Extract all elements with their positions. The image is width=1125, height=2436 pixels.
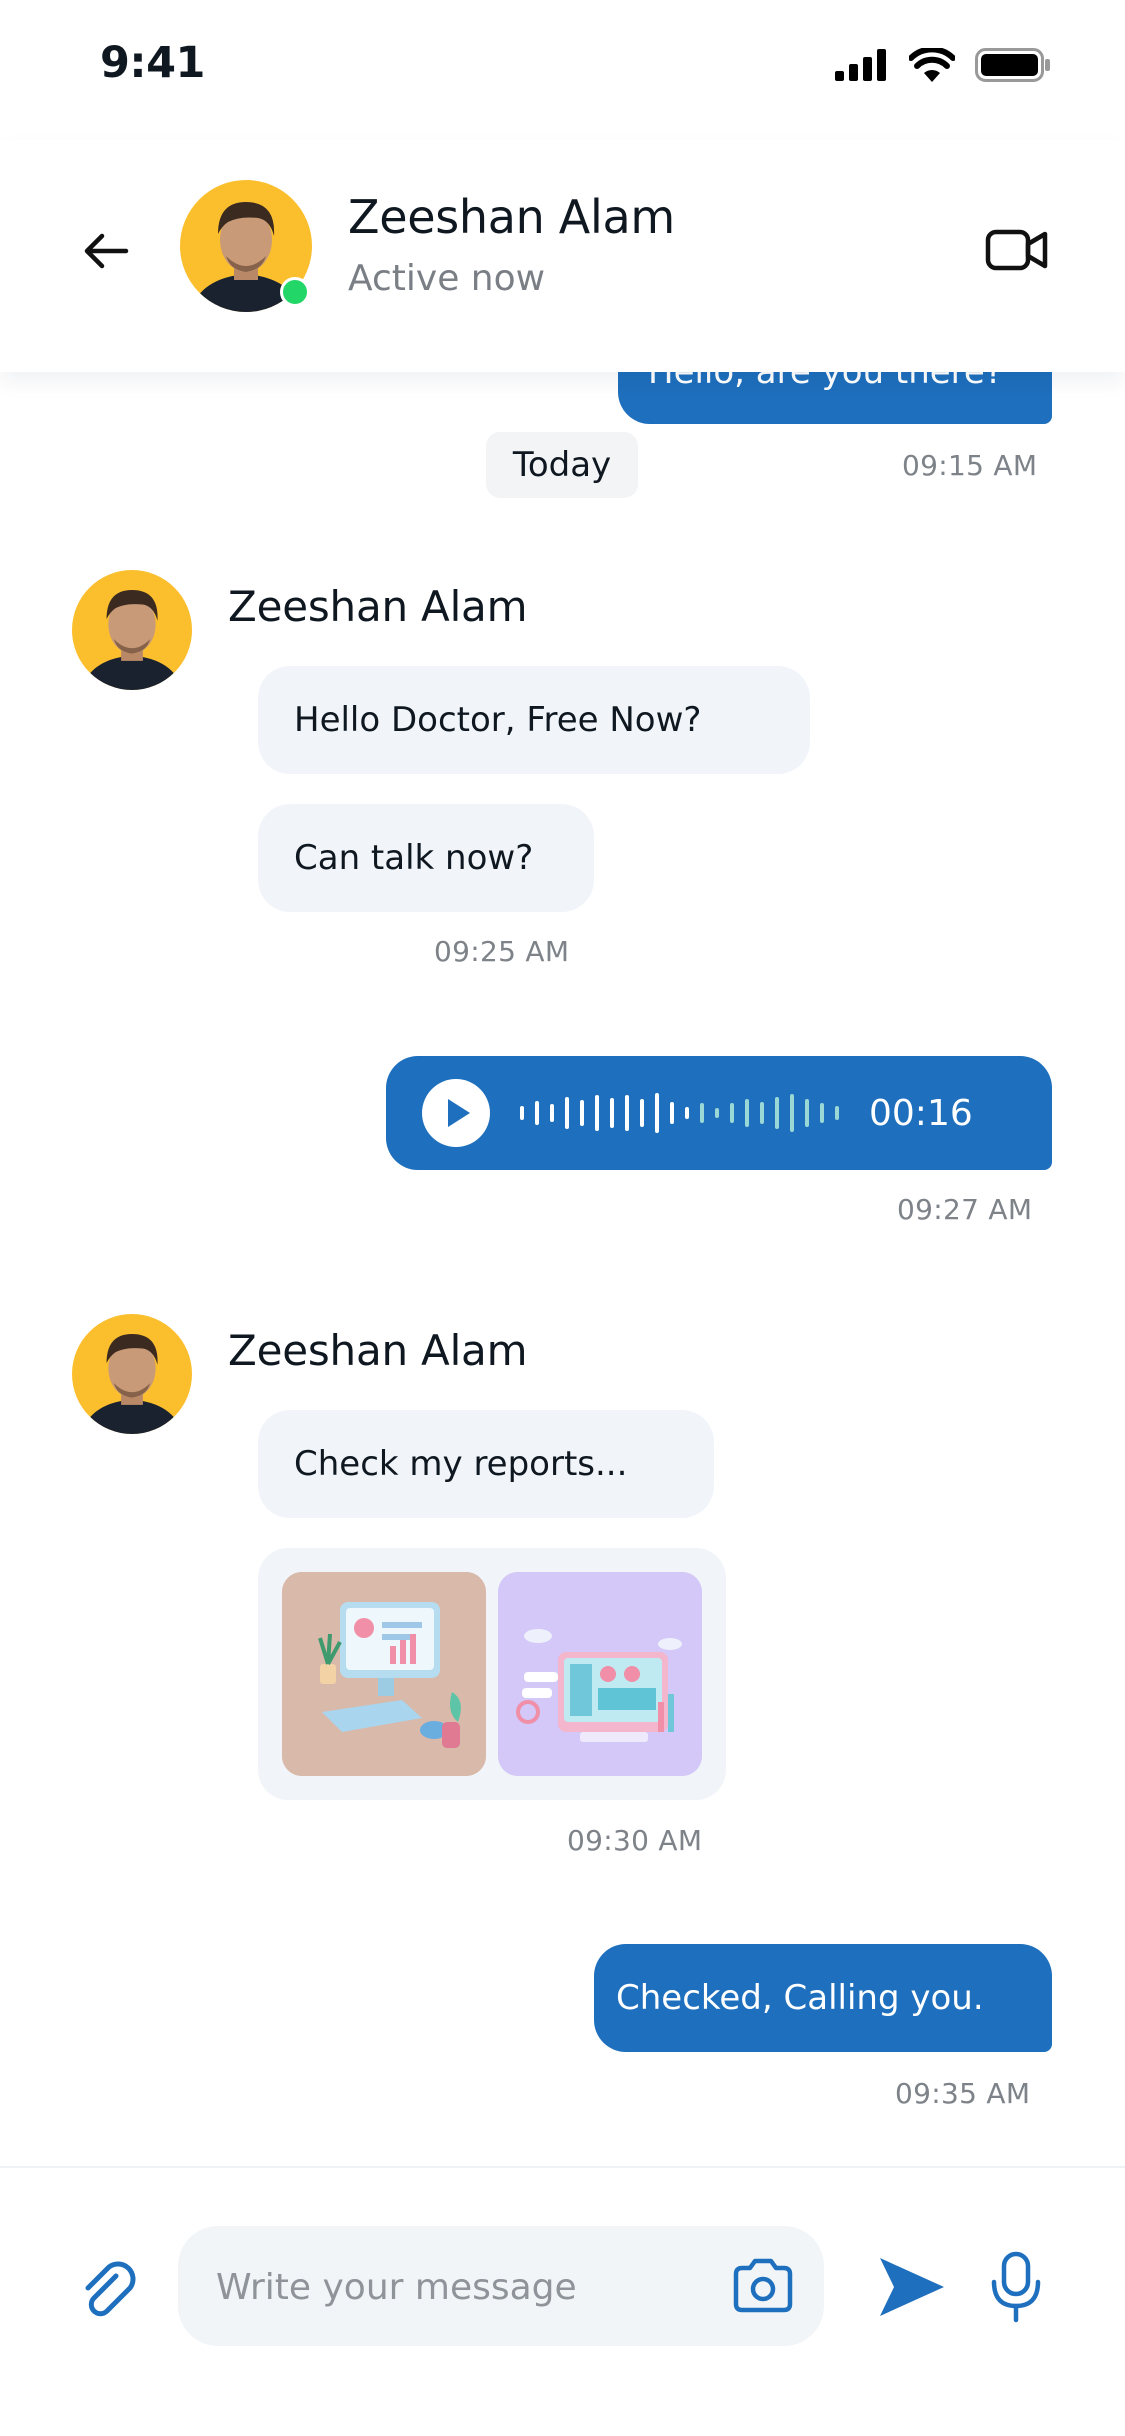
video-camera-icon: [985, 229, 1048, 271]
date-separator-label: Today: [512, 445, 612, 485]
camera-button[interactable]: [730, 2256, 796, 2316]
status-time: 9:41: [100, 38, 205, 88]
message-time: 09:25 AM: [434, 935, 570, 968]
message-text: Checked, Calling you.: [616, 1978, 984, 2018]
avatar[interactable]: [72, 570, 192, 690]
avatar[interactable]: [72, 1314, 192, 1434]
avatar-photo: [72, 1314, 192, 1434]
contact-name: Zeeshan Alam: [348, 190, 675, 244]
arrow-left-icon: [84, 233, 129, 269]
message-text: Hello Doctor, Free Now?: [294, 700, 702, 740]
back-button[interactable]: [78, 223, 134, 279]
status-icons: [835, 48, 1051, 82]
contact-status: Active now: [348, 258, 546, 299]
battery-icon: [975, 48, 1050, 82]
image-attachments-bubble: [258, 1548, 726, 1800]
cellular-signal-icon: [835, 49, 886, 81]
online-status-dot: [280, 277, 310, 307]
report-image-thumbnail[interactable]: [498, 1572, 702, 1776]
wifi-icon: [909, 48, 955, 82]
message-bubble-incoming[interactable]: Hello Doctor, Free Now?: [258, 666, 810, 774]
sender-name: Zeeshan Alam: [228, 582, 528, 631]
message-input-container: [178, 2226, 824, 2348]
microphone-icon: [991, 2251, 1041, 2323]
dashboard-illustration-image: [282, 1572, 486, 1776]
analytics-illustration-image: [498, 1572, 702, 1776]
attach-button[interactable]: [76, 2258, 142, 2324]
message-time: 09:15 AM: [902, 449, 1038, 482]
message-bubble-incoming[interactable]: Check my reports...: [258, 1410, 714, 1518]
input-divider: [0, 2166, 1125, 2168]
paperclip-icon: [85, 2261, 136, 2317]
audio-waveform[interactable]: [520, 1093, 839, 1133]
voice-record-button[interactable]: [986, 2250, 1046, 2326]
date-separator: Today: [486, 432, 638, 498]
message-text: Can talk now?: [294, 838, 534, 878]
message-bubble-incoming[interactable]: Can talk now?: [258, 804, 594, 912]
message-text: Check my reports...: [294, 1444, 628, 1484]
message-time: 09:27 AM: [897, 1193, 1033, 1226]
message-time: 09:30 AM: [567, 1824, 703, 1857]
send-button[interactable]: [876, 2254, 948, 2320]
play-button-icon[interactable]: [422, 1079, 490, 1147]
camera-icon: [733, 2258, 793, 2313]
voice-duration: 00:16: [869, 1092, 973, 1134]
video-call-button[interactable]: [985, 222, 1049, 278]
message-input[interactable]: [214, 2226, 718, 2348]
report-image-thumbnail[interactable]: [282, 1572, 486, 1776]
avatar-photo: [72, 570, 192, 690]
voice-message-bubble[interactable]: 00:16: [386, 1056, 1052, 1170]
message-bubble-outgoing[interactable]: Checked, Calling you.: [594, 1944, 1052, 2052]
sender-name: Zeeshan Alam: [228, 1326, 528, 1375]
message-time: 09:35 AM: [895, 2077, 1031, 2110]
send-icon: [880, 2258, 944, 2316]
chat-header: Zeeshan Alam Active now: [0, 140, 1125, 372]
